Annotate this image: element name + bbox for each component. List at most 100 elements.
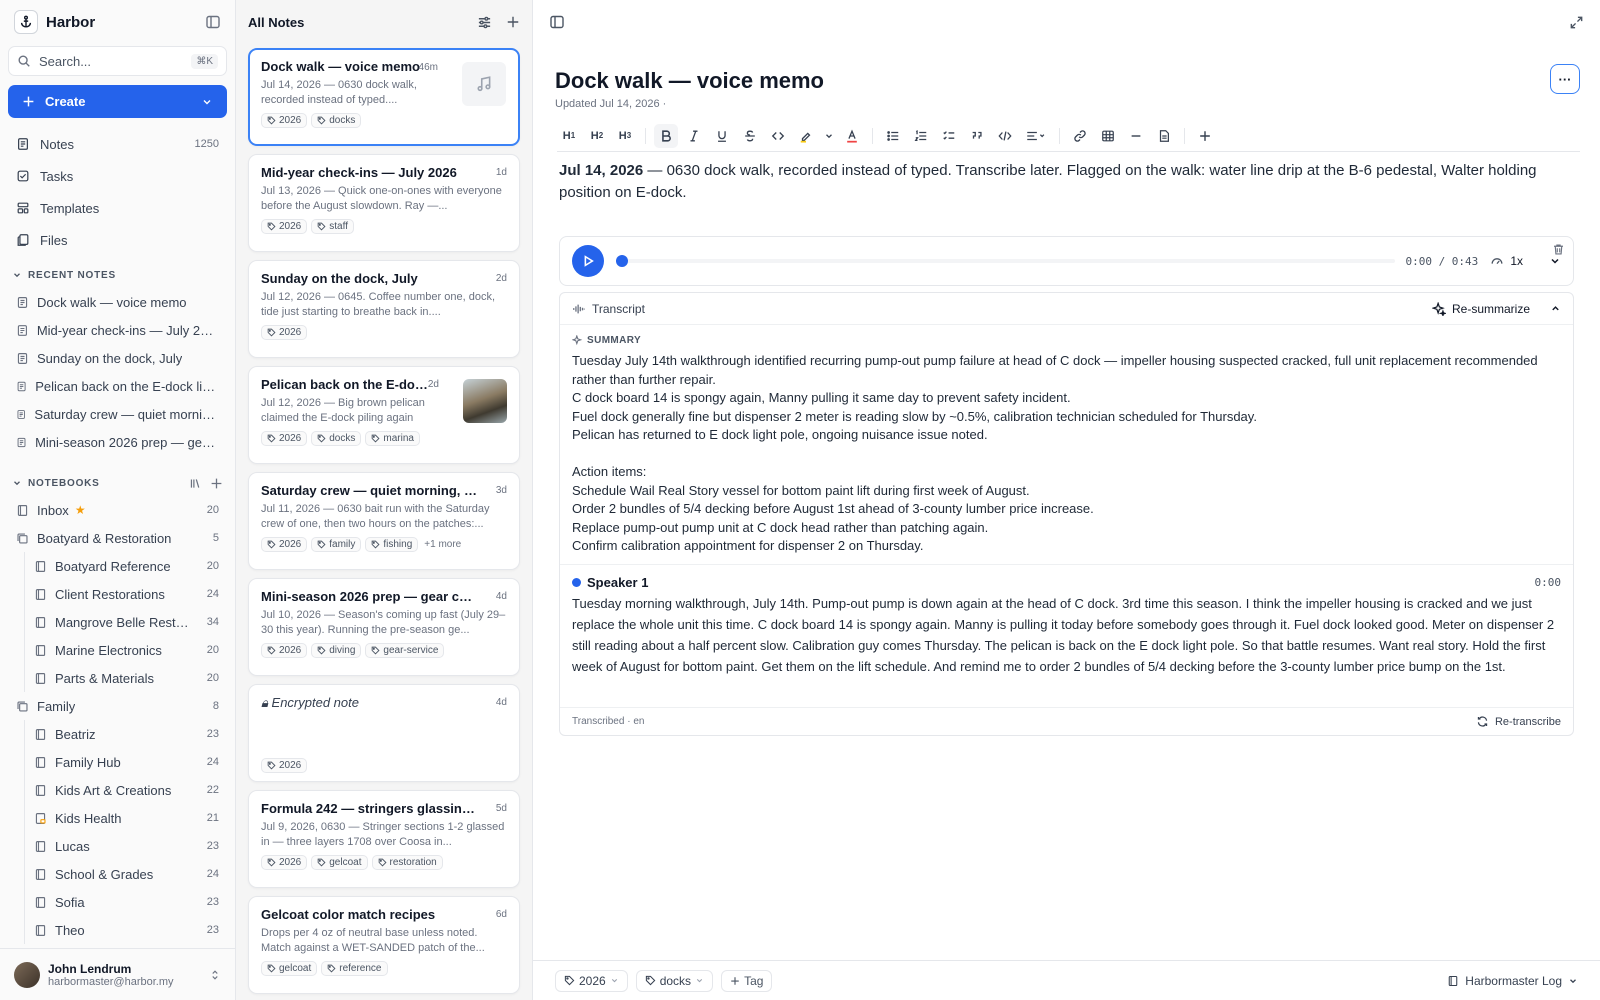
code-button[interactable] [766, 124, 790, 148]
user-menu[interactable]: John Lendrum harbormaster@harbor.my [0, 948, 235, 1000]
more-options-button[interactable]: ··· [1550, 64, 1580, 94]
tag-chip[interactable]: 2026 [261, 113, 308, 128]
highlight-button[interactable] [794, 124, 818, 148]
panel-toggle-icon[interactable] [549, 14, 565, 30]
note-card[interactable]: Formula 242 — stringers glassing, day 3 5… [248, 790, 520, 888]
recent-note-item[interactable]: Mini-season 2026 prep — gear check [0, 428, 235, 456]
add-tag-button[interactable]: Tag [721, 969, 773, 992]
insert-plus-button[interactable] [1193, 124, 1217, 148]
note-title[interactable]: Dock walk — voice memo [555, 68, 824, 94]
table-button[interactable] [1096, 124, 1120, 148]
tag-chip[interactable]: docks [311, 431, 362, 446]
notebook-item[interactable]: School & Grades 24 [0, 860, 235, 888]
recent-note-item[interactable]: Sunday on the dock, July [0, 344, 235, 372]
recent-note-item[interactable]: Pelican back on the E-dock light pole [0, 372, 235, 400]
notebook-item[interactable]: Beatriz 23 [0, 720, 235, 748]
library-icon[interactable] [189, 477, 202, 490]
link-button[interactable] [1068, 124, 1092, 148]
expand-icon[interactable] [1569, 15, 1584, 30]
tag-chip[interactable]: restoration [371, 855, 443, 870]
bold-button[interactable] [654, 123, 678, 148]
nav-files[interactable]: Files [0, 224, 235, 256]
tag-chip[interactable]: 2026 [261, 219, 308, 234]
notebook-item[interactable]: Kids Art & Creations 22 [0, 776, 235, 804]
tag-chip[interactable]: 2026 [261, 325, 308, 340]
recent-notes-heading[interactable]: RECENT NOTES [0, 262, 235, 288]
tag-chip[interactable]: reference [321, 961, 388, 976]
recent-note-item[interactable]: Mid-year check-ins — July 2026 [0, 316, 235, 344]
numbered-list-button[interactable] [909, 124, 933, 148]
note-card[interactable]: Dock walk — voice memo 46m Jul 14, 2026 — … [248, 48, 520, 146]
tag-chip[interactable]: 2026 [261, 431, 308, 446]
strikethrough-button[interactable] [738, 124, 762, 148]
sidebar-toggle-icon[interactable] [205, 14, 221, 30]
notebook-item[interactable]: Lucas 23 [0, 832, 235, 860]
notebook-item[interactable]: Client Restorations 24 [0, 580, 235, 608]
note-body[interactable]: Jul 14, 2026 — 0630 dock walk, recorded … [559, 160, 1570, 204]
notebook-item[interactable]: Boatyard Reference 20 [0, 552, 235, 580]
notebook-group[interactable]: Family 8 [0, 692, 235, 720]
page-icon[interactable] [1152, 124, 1176, 148]
note-card[interactable]: Mini-season 2026 prep — gear check 4d Jul … [248, 578, 520, 676]
chevron-up-icon[interactable] [1550, 303, 1561, 314]
divider-button[interactable] [1124, 124, 1148, 148]
notebook-item[interactable]: Mangrove Belle Restoration 34 [0, 608, 235, 636]
playback-speed[interactable]: 1x [1510, 254, 1523, 268]
code-block-button[interactable] [993, 124, 1017, 148]
tag-chip[interactable]: docks [311, 113, 362, 128]
play-button[interactable] [572, 245, 604, 277]
audio-progress-knob[interactable] [616, 255, 628, 267]
nav-templates[interactable]: Templates [0, 192, 235, 224]
chevron-down-icon[interactable] [201, 96, 213, 108]
resummarize-button[interactable]: Re-summarize [1431, 301, 1561, 316]
tag-chip[interactable]: gelcoat [261, 961, 318, 976]
tag-chip[interactable]: 2026 [261, 643, 308, 658]
notebook-item[interactable]: Marine Electronics 20 [0, 636, 235, 664]
heading3-button[interactable]: H3 [613, 124, 637, 148]
heading2-button[interactable]: H2 [585, 124, 609, 148]
notebook-item[interactable]: Kids Health 21 [0, 804, 235, 832]
notebook-item[interactable]: Parts & Materials 20 [0, 664, 235, 692]
chevron-down-icon[interactable] [822, 124, 836, 148]
text-color-button[interactable] [840, 124, 864, 148]
footer-tag[interactable]: 2026 [555, 969, 628, 992]
notebook-item[interactable]: Sofia 23 [0, 888, 235, 916]
note-card[interactable]: 🔒︎ Encrypted note 4d 2026 [248, 684, 520, 782]
checklist-button[interactable] [937, 124, 961, 148]
nav-notes[interactable]: Notes 1250 [0, 128, 235, 160]
tag-chip[interactable]: staff [311, 219, 354, 234]
italic-button[interactable] [682, 124, 706, 148]
create-button[interactable]: Create [8, 85, 227, 118]
quote-button[interactable] [965, 124, 989, 148]
tag-chip[interactable]: marina [365, 431, 420, 446]
notebook-selector[interactable]: Harbormaster Log [1447, 974, 1578, 988]
tag-chip[interactable]: family [311, 537, 362, 552]
notebook-group[interactable]: Boatyard & Restoration 5 [0, 524, 235, 552]
note-card[interactable]: Pelican back on the E-dock light pole2dJ… [248, 366, 520, 464]
align-button[interactable] [1021, 124, 1051, 148]
tag-chip[interactable]: 2026 [261, 537, 308, 552]
retranscribe-button[interactable]: Re-transcribe [1476, 715, 1561, 728]
tag-chip[interactable]: 2026 [261, 855, 308, 870]
notebook-item[interactable]: Theo 23 [0, 916, 235, 944]
note-card[interactable]: Sunday on the dock, July 2d Jul 12, 2026 —… [248, 260, 520, 358]
note-card[interactable]: Saturday crew — quiet morning, big fish 3… [248, 472, 520, 570]
tag-chip[interactable]: diving [311, 643, 362, 658]
trash-icon[interactable] [1552, 243, 1565, 256]
note-card[interactable]: Gelcoat color match recipes 6d Drops per 4… [248, 896, 520, 994]
filter-icon[interactable] [477, 15, 492, 30]
notebooks-heading[interactable]: NOTEBOOKS [0, 470, 235, 496]
footer-tag[interactable]: docks [635, 969, 714, 992]
underline-button[interactable] [710, 124, 734, 148]
recent-note-item[interactable]: Dock walk — voice memo [0, 288, 235, 316]
tag-chip[interactable]: fishing [365, 537, 419, 552]
plus-icon[interactable] [506, 15, 520, 29]
nav-tasks[interactable]: Tasks [0, 160, 235, 192]
notebook-item[interactable]: Inbox ★ 20 [0, 496, 235, 524]
tag-chip[interactable]: gear-service [365, 643, 445, 658]
plus-icon[interactable] [210, 477, 223, 490]
audio-progress-track[interactable] [616, 255, 1396, 267]
bullet-list-button[interactable] [881, 124, 905, 148]
search-input[interactable]: Search... ⌘K [8, 46, 227, 76]
chevron-down-icon[interactable] [1549, 255, 1561, 267]
